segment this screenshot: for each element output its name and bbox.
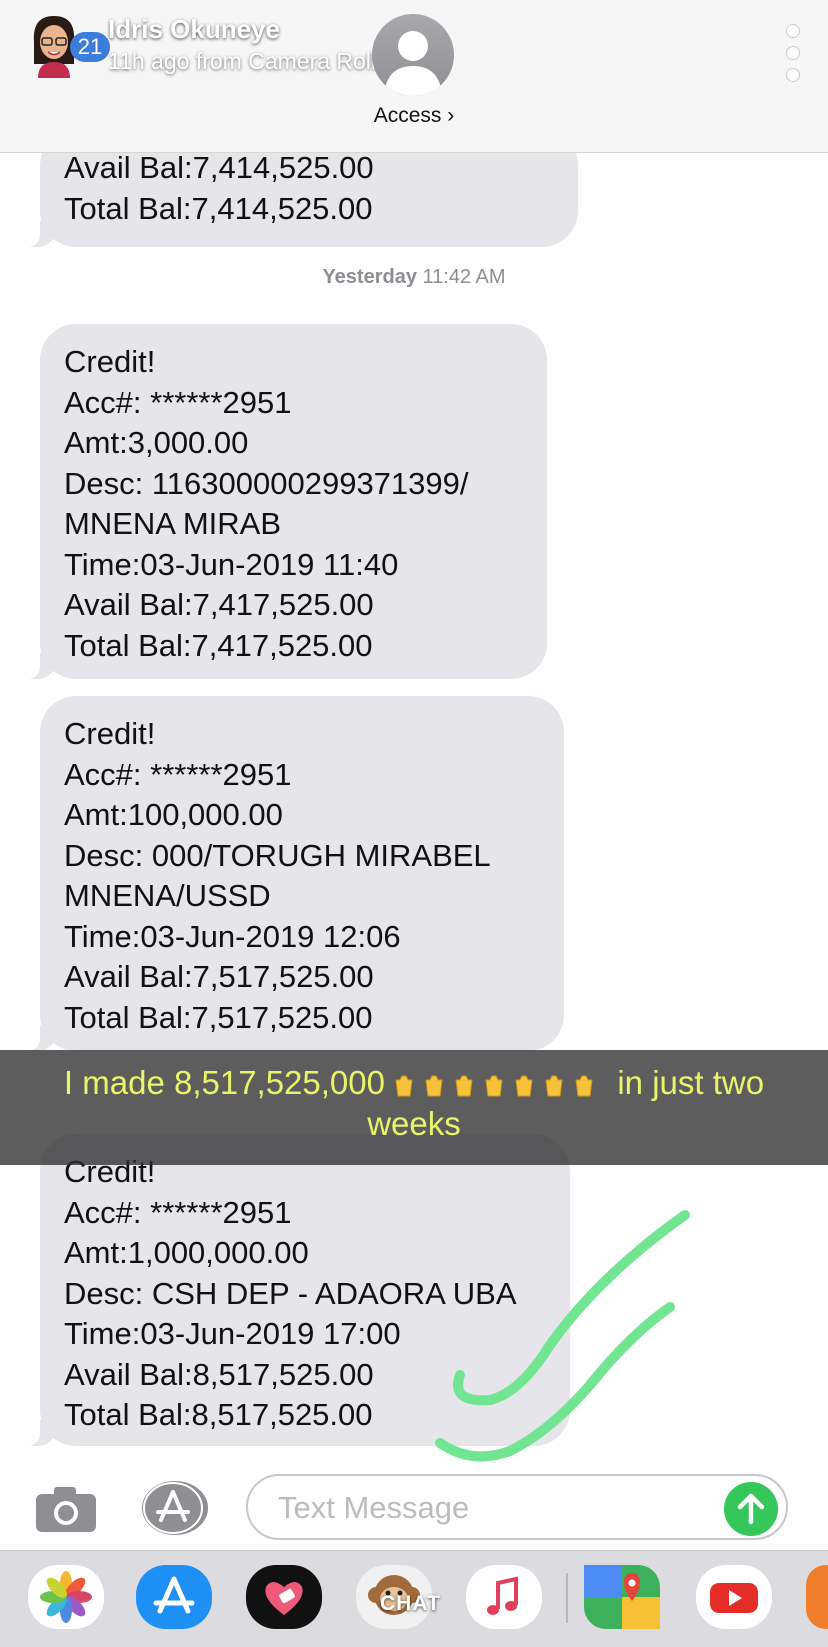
partial-app-icon[interactable]: [806, 1565, 828, 1629]
caption-text: I made 8,517,525,000 in just two weeks: [20, 1062, 808, 1144]
message-line: Amt:3,000.00: [64, 425, 249, 460]
music-app-icon[interactable]: [466, 1565, 542, 1629]
message-line: Time:03-Jun-2019 12:06: [64, 918, 401, 954]
message-bubble[interactable]: Avail Bal:7,414,525.00 Total Bal:7,414,5…: [22, 152, 578, 247]
check-marks-drawing: [435, 1210, 690, 1462]
dock-divider: [566, 1573, 568, 1623]
unread-badge: 21: [70, 32, 110, 62]
more-options-icon[interactable]: [786, 24, 800, 90]
message-line: Total Bal:7,417,525.00: [64, 627, 373, 663]
message-line: Credit!: [64, 716, 156, 751]
message-line: Total Bal:7,414,525.00: [64, 190, 373, 226]
message-line: MNENA/USSD: [64, 878, 271, 913]
message-line: Avail Bal:7,414,525.00: [64, 152, 374, 185]
message-line: Acc#: ******2951: [64, 384, 292, 420]
youtube-app-icon[interactable]: [696, 1565, 772, 1629]
message-line: Total Bal:7,517,525.00: [64, 999, 373, 1035]
message-line: Desc: 000/TORUGH MIRABEL: [64, 837, 491, 873]
message-bubble[interactable]: Credit! Acc#: ******2951 Amt:100,000.00 …: [22, 696, 564, 1051]
app-store-icon[interactable]: [140, 1480, 210, 1536]
message-line: Avail Bal:7,417,525.00: [64, 587, 374, 622]
message-bubble[interactable]: Credit! Acc#: ******2951 Amt:3,000.00 De…: [22, 324, 547, 679]
contact-avatar[interactable]: [372, 14, 454, 96]
photos-app-icon[interactable]: [28, 1565, 104, 1629]
message-line: Avail Bal:7,517,525.00: [64, 959, 374, 994]
contact-title[interactable]: Access ›: [0, 104, 828, 128]
caption-text-start: I made 8,517,525,000: [63, 1064, 395, 1101]
sender-meta: 11h ago from Camera Roll: [108, 48, 377, 74]
message-field[interactable]: [246, 1474, 788, 1540]
message-input[interactable]: [276, 1476, 700, 1540]
message-line: Credit!: [64, 344, 156, 379]
camera-icon[interactable]: [34, 1484, 98, 1534]
app-store-icon[interactable]: [136, 1565, 212, 1629]
chat-label[interactable]: CHAT: [380, 1592, 441, 1616]
timestamp: Yesterday 11:42 AM: [0, 266, 828, 289]
maps-app-icon[interactable]: [584, 1565, 660, 1629]
timestamp-day: Yesterday: [322, 266, 417, 288]
heart-app-icon[interactable]: [246, 1565, 322, 1629]
message-thread[interactable]: Avail Bal:7,414,525.00 Total Bal:7,414,5…: [0, 152, 828, 1462]
timestamp-time: 11:42 AM: [422, 266, 506, 288]
message-input-bar: [0, 1462, 828, 1550]
send-button[interactable]: [724, 1482, 778, 1536]
message-line: MNENA MIRAB: [64, 506, 282, 541]
sender-name[interactable]: Idris Okuneye: [108, 14, 280, 45]
story-header: 21 Idris Okuneye 11h ago from Camera Rol…: [0, 0, 828, 153]
message-line: Acc#: ******2951: [64, 756, 292, 792]
message-line: Time:03-Jun-2019 11:40: [64, 546, 399, 582]
message-line: Desc: 1163000002993713​99/: [64, 465, 469, 501]
snap-caption: I made 8,517,525,000 in just two weeks: [0, 1050, 828, 1165]
message-line: Amt:100,000.00: [64, 797, 283, 832]
raised-hands-emoji: [395, 1075, 593, 1097]
